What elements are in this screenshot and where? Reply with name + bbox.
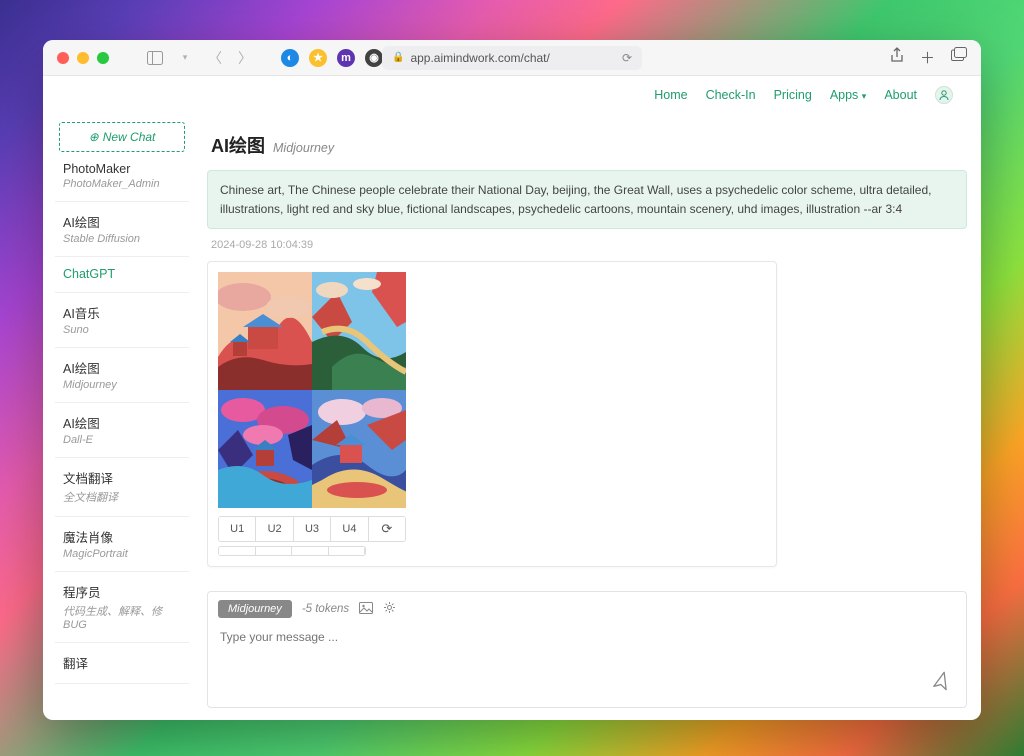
message-composer: Midjourney -5 tokens bbox=[207, 591, 967, 708]
variation-buttons-partial bbox=[218, 546, 366, 556]
v-button[interactable] bbox=[219, 547, 256, 555]
chat-scroll[interactable]: Chinese art, The Chinese people celebrat… bbox=[207, 170, 973, 581]
sidebar-item-photomaker[interactable]: PhotoMaker PhotoMaker_Admin bbox=[55, 152, 189, 202]
main-column: AI绘图 Midjourney Chinese art, The Chinese… bbox=[189, 114, 981, 720]
chevron-down-icon: ▾ bbox=[862, 91, 867, 101]
sidebar-item-sub: PhotoMaker_Admin bbox=[63, 178, 181, 190]
sidebar-item-coder[interactable]: 程序员 代码生成、解释、修BUG bbox=[55, 572, 189, 643]
plus-icon: ⊕ bbox=[89, 130, 99, 144]
message-input[interactable] bbox=[220, 630, 954, 690]
thumbnail-2[interactable] bbox=[312, 272, 406, 390]
chat-title: AI绘图 bbox=[211, 132, 265, 158]
sidebar-item-title: 魔法肖像 bbox=[63, 527, 181, 546]
minimize-window-button[interactable] bbox=[77, 52, 89, 64]
sidebar-item-title: AI绘图 bbox=[63, 358, 181, 377]
back-button[interactable]: 〈 bbox=[207, 50, 223, 66]
u1-button[interactable]: U1 bbox=[219, 517, 256, 541]
nav-pricing[interactable]: Pricing bbox=[774, 88, 812, 102]
user-avatar-icon[interactable] bbox=[935, 86, 953, 104]
settings-icon[interactable] bbox=[383, 601, 396, 617]
sidebar: ⊕ New Chat PhotoMaker PhotoMaker_Admin A… bbox=[55, 114, 189, 720]
nav-home[interactable]: Home bbox=[654, 88, 687, 102]
sidebar-item-dalle[interactable]: AI绘图 Dall-E bbox=[55, 403, 189, 458]
address-bar[interactable]: 🔒 app.aimindwork.com/chat/ ⟳ bbox=[382, 46, 642, 70]
maximize-window-button[interactable] bbox=[97, 52, 109, 64]
refresh-button[interactable]: ⟳ bbox=[369, 517, 405, 541]
token-count: -5 tokens bbox=[302, 603, 349, 615]
upscale-buttons: U1 U2 U3 U4 ⟳ bbox=[218, 516, 406, 542]
sidebar-item-portrait[interactable]: 魔法肖像 MagicPortrait bbox=[55, 517, 189, 572]
thumbnail-1[interactable] bbox=[218, 272, 312, 390]
composer-header: Midjourney -5 tokens bbox=[208, 592, 966, 626]
v-button[interactable] bbox=[329, 547, 366, 555]
v-button[interactable] bbox=[256, 547, 293, 555]
sidebar-item-title: PhotoMaker bbox=[63, 162, 181, 176]
browser-window: ▾ 〈 〉 ◐ ★ m ◉ 🔒 app.aimindwork.com/chat/… bbox=[43, 40, 981, 720]
sidebar-item-sub: Dall-E bbox=[63, 434, 181, 446]
u4-button[interactable]: U4 bbox=[331, 517, 368, 541]
sidebar-item-title: ChatGPT bbox=[63, 267, 181, 281]
sidebar-item-doctrans[interactable]: 文档翻译 全文档翻译 bbox=[55, 458, 189, 517]
sidebar-item-title: AI音乐 bbox=[63, 303, 181, 322]
tabs-icon[interactable] bbox=[951, 47, 967, 68]
chat-subtitle: Midjourney bbox=[273, 141, 334, 155]
nav-about[interactable]: About bbox=[884, 88, 917, 102]
sidebar-item-title: 翻译 bbox=[63, 653, 181, 672]
model-badge[interactable]: Midjourney bbox=[218, 600, 292, 618]
dropdown-icon[interactable]: ▾ bbox=[177, 50, 193, 66]
bot-response-card: U1 U2 U3 U4 ⟳ bbox=[207, 261, 777, 567]
app-body: ⊕ New Chat PhotoMaker PhotoMaker_Admin A… bbox=[43, 114, 981, 720]
sidebar-item-title: AI绘图 bbox=[63, 413, 181, 432]
sidebar-item-title: 程序员 bbox=[63, 582, 181, 601]
browser-toolbar: ▾ 〈 〉 ◐ ★ m ◉ 🔒 app.aimindwork.com/chat/… bbox=[43, 40, 981, 76]
thumbnail-4[interactable] bbox=[312, 390, 406, 508]
browser-right-controls: ＋ bbox=[890, 47, 967, 68]
window-controls bbox=[57, 52, 109, 64]
user-message: Chinese art, The Chinese people celebrat… bbox=[207, 170, 967, 229]
sidebar-item-sub: 全文档翻译 bbox=[63, 489, 181, 505]
forward-button[interactable]: 〉 bbox=[237, 50, 253, 66]
new-chat-label: New Chat bbox=[103, 130, 156, 144]
extension-icon-1[interactable]: ◐ bbox=[281, 49, 299, 67]
v-button[interactable] bbox=[292, 547, 329, 555]
image-attach-icon[interactable] bbox=[359, 602, 373, 617]
nav-checkin[interactable]: Check-In bbox=[706, 88, 756, 102]
sidebar-item-sub: Stable Diffusion bbox=[63, 233, 181, 245]
chat-header: AI绘图 Midjourney bbox=[207, 114, 973, 170]
message-timestamp: 2024-09-28 10:04:39 bbox=[211, 239, 967, 251]
sidebar-item-translate[interactable]: 翻译 bbox=[55, 643, 189, 684]
thumbnail-3[interactable] bbox=[218, 390, 312, 508]
close-window-button[interactable] bbox=[57, 52, 69, 64]
sidebar-item-sub: Midjourney bbox=[63, 379, 181, 391]
nav-apps[interactable]: Apps ▾ bbox=[830, 88, 867, 102]
new-tab-icon[interactable]: ＋ bbox=[920, 47, 935, 68]
extension-icon-2[interactable]: ★ bbox=[309, 49, 327, 67]
app-nav: Home Check-In Pricing Apps ▾ About bbox=[43, 76, 981, 114]
sidebar-item-music[interactable]: AI音乐 Suno bbox=[55, 293, 189, 348]
sidebar-item-midjourney[interactable]: AI绘图 Midjourney bbox=[55, 348, 189, 403]
share-icon[interactable] bbox=[890, 47, 904, 68]
sidebar-toggle-icon[interactable] bbox=[147, 50, 163, 66]
lock-icon: 🔒 bbox=[392, 52, 404, 63]
sidebar-item-title: AI绘图 bbox=[63, 212, 181, 231]
extension-icon-3[interactable]: m bbox=[337, 49, 355, 67]
extension-icon-4[interactable]: ◉ bbox=[365, 49, 383, 67]
sidebar-item-sub: MagicPortrait bbox=[63, 548, 181, 560]
new-chat-button[interactable]: ⊕ New Chat bbox=[59, 122, 185, 152]
sidebar-item-sub: 代码生成、解释、修BUG bbox=[63, 603, 181, 631]
url-text: app.aimindwork.com/chat/ bbox=[410, 51, 549, 65]
desktop-background: ▾ 〈 〉 ◐ ★ m ◉ 🔒 app.aimindwork.com/chat/… bbox=[0, 0, 1024, 756]
u3-button[interactable]: U3 bbox=[294, 517, 331, 541]
u2-button[interactable]: U2 bbox=[256, 517, 293, 541]
reload-icon[interactable]: ⟳ bbox=[622, 51, 632, 65]
sidebar-item-title: 文档翻译 bbox=[63, 468, 181, 487]
image-grid bbox=[218, 272, 406, 508]
sidebar-item-sd[interactable]: AI绘图 Stable Diffusion bbox=[55, 202, 189, 257]
sidebar-item-sub: Suno bbox=[63, 324, 181, 336]
composer-body bbox=[208, 626, 966, 707]
sidebar-item-chatgpt[interactable]: ChatGPT bbox=[55, 257, 189, 293]
browser-view-controls: ▾ 〈 〉 bbox=[147, 50, 253, 66]
